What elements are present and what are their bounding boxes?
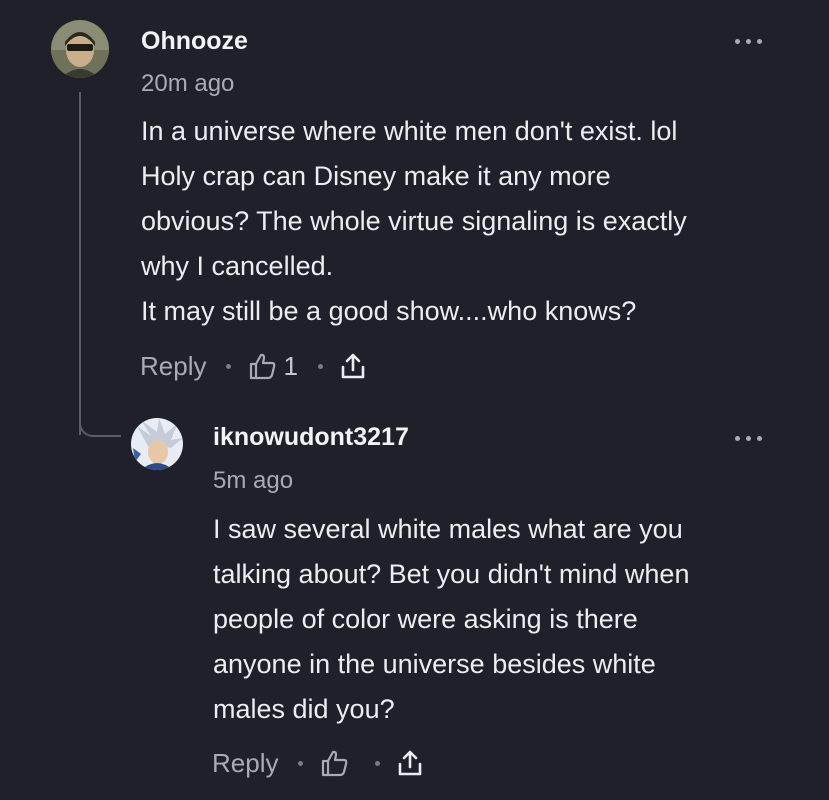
comment-line: people of color were asking is there (213, 604, 638, 634)
comment-body: In a universe where white men don't exis… (141, 109, 687, 334)
username[interactable]: Ohnooze (141, 27, 248, 56)
like-button[interactable]: 1 (247, 350, 298, 382)
username[interactable]: iknowudont3217 (213, 423, 409, 452)
avatar[interactable] (51, 20, 109, 78)
thread-connector (79, 420, 121, 437)
more-options-button[interactable] (735, 431, 765, 445)
like-count: 1 (283, 350, 298, 381)
comment-actions: Reply 1 (140, 348, 367, 384)
thumbs-up-icon (250, 353, 276, 380)
thumbs-up-icon (322, 750, 348, 777)
comment-body: I saw several white males what are you t… (213, 507, 689, 732)
more-options-icon (735, 39, 740, 44)
more-options-icon (735, 436, 740, 441)
comment-line: obvious? The whole virtue signaling is e… (141, 206, 687, 236)
separator-dot (317, 363, 323, 369)
share-icon (341, 353, 365, 379)
share-button[interactable] (339, 351, 367, 381)
more-options-button[interactable] (735, 34, 765, 48)
comment-line: It may still be a good show....who knows… (141, 296, 637, 326)
comment-actions: Reply (212, 745, 424, 781)
timestamp: 20m ago (141, 70, 235, 97)
comment-line: I saw several white males what are you (213, 514, 683, 544)
separator-dot (226, 363, 232, 369)
avatar[interactable] (131, 418, 183, 470)
reply-button[interactable]: Reply (140, 351, 206, 382)
comment-line: In a universe where white men don't exis… (141, 116, 678, 146)
thread-line (79, 92, 81, 435)
separator-dot (375, 760, 381, 766)
separator-dot (298, 760, 304, 766)
timestamp: 5m ago (213, 467, 294, 494)
reply-button[interactable]: Reply (212, 748, 278, 779)
comment-line: males did you? (213, 694, 395, 724)
comment-line: talking about? Bet you didn't mind when (213, 559, 690, 589)
share-button[interactable] (396, 748, 424, 778)
comment-line: anyone in the universe besides white (213, 649, 656, 679)
share-icon (399, 750, 422, 776)
like-button[interactable] (319, 749, 355, 777)
comment-line: Holy crap can Disney make it any more (141, 161, 611, 191)
comment-line: why I cancelled. (141, 251, 334, 281)
